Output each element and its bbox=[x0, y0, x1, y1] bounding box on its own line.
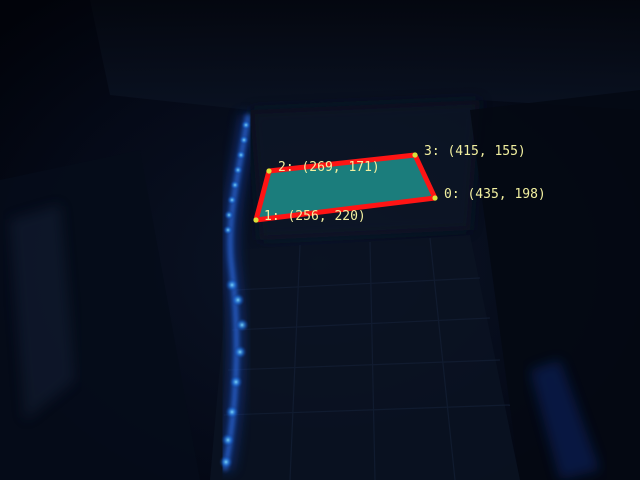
led-dot bbox=[230, 180, 240, 190]
vertex-marker-3 bbox=[412, 152, 418, 158]
led-dot bbox=[225, 405, 239, 419]
led-dot bbox=[241, 120, 251, 130]
led-dot bbox=[219, 455, 233, 469]
vertex-marker-2 bbox=[266, 168, 272, 174]
led-dot bbox=[227, 195, 237, 205]
ceiling-region bbox=[90, 0, 640, 110]
led-dot bbox=[229, 375, 243, 389]
led-dot bbox=[235, 318, 249, 332]
led-dot bbox=[225, 278, 239, 292]
vertex-marker-0 bbox=[432, 195, 438, 201]
tiled-floor bbox=[210, 235, 520, 480]
led-dot bbox=[221, 433, 235, 447]
led-dot bbox=[233, 165, 243, 175]
camera-frame: 0: (435, 198) 1: (256, 220) 2: (269, 171… bbox=[0, 0, 640, 480]
vertex-marker-1 bbox=[253, 217, 259, 223]
led-dot bbox=[223, 225, 233, 235]
vertex-label-2: 2: (269, 171) bbox=[278, 160, 380, 175]
led-dot bbox=[239, 135, 249, 145]
led-dot bbox=[231, 293, 245, 307]
led-dot bbox=[236, 150, 246, 160]
led-dot bbox=[224, 210, 234, 220]
led-dot bbox=[233, 345, 247, 359]
vertex-label-0: 0: (435, 198) bbox=[444, 187, 546, 202]
vertex-label-3: 3: (415, 155) bbox=[424, 144, 526, 159]
vertex-label-1: 1: (256, 220) bbox=[264, 209, 366, 224]
